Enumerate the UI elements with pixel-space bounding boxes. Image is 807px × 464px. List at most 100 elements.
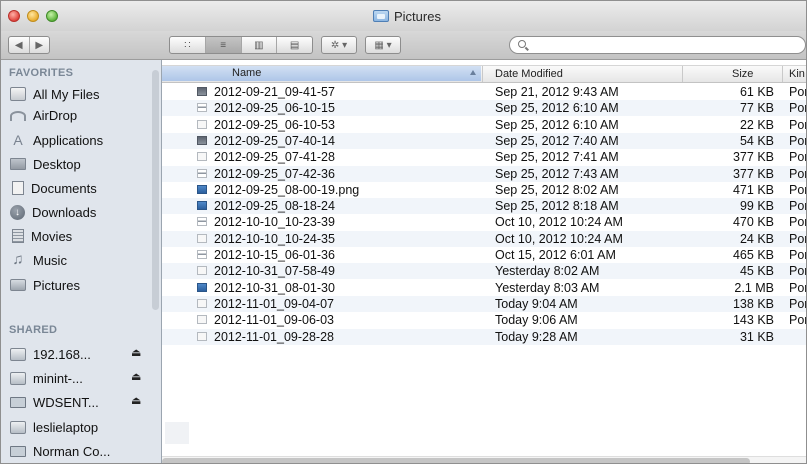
file-date-modified: Sep 25, 2012 8:02 AM xyxy=(495,182,619,197)
sidebar-item-shared-192[interactable]: 192.168... xyxy=(10,343,91,365)
column-header-name-label: Name xyxy=(232,67,262,79)
column-divider[interactable] xyxy=(482,66,483,82)
image-file-icon xyxy=(197,298,207,308)
file-row[interactable]: 2012-09-25_08-18-24 Sep 25, 2012 8:18 AM 9… xyxy=(162,198,806,215)
file-kind: Por xyxy=(789,248,807,262)
file-row[interactable]: 2012-09-25_08-00-19.png Sep 25, 2012 8:02… xyxy=(162,182,806,198)
file-row[interactable]: 2012-11-01_09-04-07 Today 9:04 AM 138 KB Po… xyxy=(162,295,806,312)
action-menu-button[interactable]: ✲ ▾ xyxy=(321,36,357,54)
file-kind: Por xyxy=(789,280,807,295)
file-size: 465 KB xyxy=(732,248,774,262)
desktop-icon xyxy=(10,158,26,170)
file-kind: Por xyxy=(789,231,807,246)
eject-icon[interactable]: ⏏ xyxy=(131,370,141,383)
sidebar-item-label: All My Files xyxy=(33,86,100,102)
forward-button[interactable]: ▶ xyxy=(30,40,50,51)
sidebar-scrollbar[interactable] xyxy=(152,70,159,310)
file-name: 2012-10-31_08-01-30 xyxy=(214,280,335,295)
sidebar-item-downloads[interactable]: ↓ Downloads xyxy=(10,201,96,223)
image-file-icon xyxy=(197,331,207,341)
file-date-modified: Oct 10, 2012 10:24 AM xyxy=(495,215,623,230)
sidebar-item-label: Documents xyxy=(31,180,97,196)
empty-area xyxy=(165,422,189,444)
file-size: 61 KB xyxy=(739,85,774,99)
file-date-modified: Sep 25, 2012 7:43 AM xyxy=(495,166,619,181)
column-header-name[interactable]: Name xyxy=(162,66,481,81)
file-row[interactable]: 2012-09-21_09-41-57 Sep 21, 2012 9:43 AM 6… xyxy=(162,84,807,100)
sidebar-item-music[interactable]: ♫ Music xyxy=(10,249,67,271)
file-name: 2012-09-25_08-00-19.png xyxy=(214,182,360,197)
image-file-icon xyxy=(197,87,207,96)
file-size: 138 KB xyxy=(732,296,774,311)
file-name: 2012-10-10_10-24-35 xyxy=(214,231,335,246)
sidebar-item-shared-wdsent[interactable]: WDSENT... xyxy=(10,391,99,413)
file-date-modified: Yesterday 8:02 AM xyxy=(495,264,600,279)
file-size: 54 KB xyxy=(739,133,774,148)
file-row[interactable]: 2012-09-25_06-10-15 Sep 25, 2012 6:10 AM 7… xyxy=(162,100,806,117)
sidebar-item-airdrop[interactable]: AirDrop xyxy=(10,104,77,126)
file-row[interactable]: 2012-09-25_07-40-14 Sep 25, 2012 7:40 AM 5… xyxy=(162,132,806,149)
zoom-window-button[interactable] xyxy=(46,10,58,22)
column-headers: Name Date Modified Size Kin xyxy=(162,65,806,83)
file-row[interactable]: 2012-10-31_08-01-30 Yesterday 8:03 AM 2.1 … xyxy=(162,280,807,296)
file-row[interactable]: 2012-10-31_07-58-49 Yesterday 8:02 AM 45 K… xyxy=(162,263,806,280)
horizontal-scrollbar[interactable] xyxy=(162,456,806,463)
file-date-modified: Yesterday 8:03 AM xyxy=(495,280,600,295)
sidebar-item-shared-norman[interactable]: Norman Co... xyxy=(10,440,110,462)
file-row[interactable]: 2012-09-25_07-41-28 Sep 25, 2012 7:41 AM 3… xyxy=(162,149,806,165)
horizontal-scrollbar-thumb[interactable] xyxy=(162,458,750,463)
sidebar-item-applications[interactable]: A Applications xyxy=(10,129,103,151)
file-kind: Por xyxy=(789,85,807,99)
close-window-button[interactable] xyxy=(8,10,20,22)
minimize-window-button[interactable] xyxy=(27,10,39,22)
eject-icon[interactable]: ⏏ xyxy=(131,394,141,407)
file-size: 2.1 MB xyxy=(734,280,774,295)
cover-flow-view-button[interactable]: ▤ xyxy=(277,37,312,53)
file-size: 99 KB xyxy=(739,199,774,214)
file-date-modified: Sep 25, 2012 8:18 AM xyxy=(495,199,619,214)
sidebar-item-documents[interactable]: Documents xyxy=(10,177,97,199)
image-file-icon xyxy=(197,168,207,178)
file-row[interactable]: 2012-11-01_09-28-28 Today 9:28 AM 31 KB xyxy=(162,328,806,345)
file-row[interactable]: 2012-10-10_10-24-35 Oct 10, 2012 10:24 AM… xyxy=(162,230,807,247)
server-icon xyxy=(10,371,26,385)
sidebar-item-desktop[interactable]: Desktop xyxy=(10,153,81,175)
file-size: 31 KB xyxy=(739,329,774,344)
toolbar: ◀ ▶ ∷ ≡ ▥ ▤ ✲ ▾ ▦ ▾ xyxy=(1,31,806,60)
arrange-menu-button[interactable]: ▦ ▾ xyxy=(365,36,401,54)
list-view-button[interactable]: ≡ xyxy=(205,37,242,53)
file-date-modified: Sep 25, 2012 7:40 AM xyxy=(495,133,619,148)
file-kind: Por xyxy=(789,313,807,328)
file-row[interactable]: 2012-09-25_06-10-53 Sep 25, 2012 6:10 AM 2… xyxy=(162,117,807,133)
file-name: 2012-11-01_09-06-03 xyxy=(214,313,335,328)
eject-icon[interactable]: ⏏ xyxy=(131,346,141,359)
file-name: 2012-09-25_06-10-53 xyxy=(214,117,335,132)
file-size: 471 KB xyxy=(732,182,774,197)
movies-icon xyxy=(12,229,24,243)
file-row[interactable]: 2012-10-15_06-01-36 Oct 15, 2012 6:01 AM 4… xyxy=(162,247,807,263)
sidebar-item-shared-leslielaptop[interactable]: leslielaptop xyxy=(10,416,98,438)
icon-view-button[interactable]: ∷ xyxy=(170,37,206,53)
file-name: 2012-10-10_10-23-39 xyxy=(214,215,335,230)
file-row[interactable]: 2012-09-25_07-42-36 Sep 25, 2012 7:43 AM 3… xyxy=(162,165,806,182)
sidebar-item-movies[interactable]: Movies xyxy=(10,225,72,247)
back-button[interactable]: ◀ xyxy=(9,40,29,51)
sidebar-item-shared-minint[interactable]: minint-... xyxy=(10,367,83,389)
column-header-size[interactable]: Size xyxy=(732,67,753,81)
sidebar-item-all-my-files[interactable]: All My Files xyxy=(10,83,99,105)
image-file-icon xyxy=(197,184,207,194)
shared-header: SHARED xyxy=(9,324,58,336)
column-divider[interactable] xyxy=(682,66,683,82)
file-kind: Por xyxy=(789,117,807,132)
file-name: 2012-09-25_07-40-14 xyxy=(214,133,335,148)
column-view-button[interactable]: ▥ xyxy=(242,37,278,53)
sidebar-item-pictures[interactable]: Pictures xyxy=(10,274,80,296)
search-field[interactable] xyxy=(509,36,806,54)
file-row[interactable]: 2012-10-10_10-23-39 Oct 10, 2012 10:24 AM… xyxy=(162,214,806,230)
file-row[interactable]: 2012-11-01_09-06-03 Today 9:06 AM 143 KB Po… xyxy=(162,312,807,328)
column-header-date-modified[interactable]: Date Modified xyxy=(495,67,563,81)
column-header-kind[interactable]: Kin xyxy=(789,67,805,81)
file-size: 24 KB xyxy=(739,231,774,246)
column-divider[interactable] xyxy=(782,66,783,82)
sidebar-item-label: Movies xyxy=(31,228,73,244)
